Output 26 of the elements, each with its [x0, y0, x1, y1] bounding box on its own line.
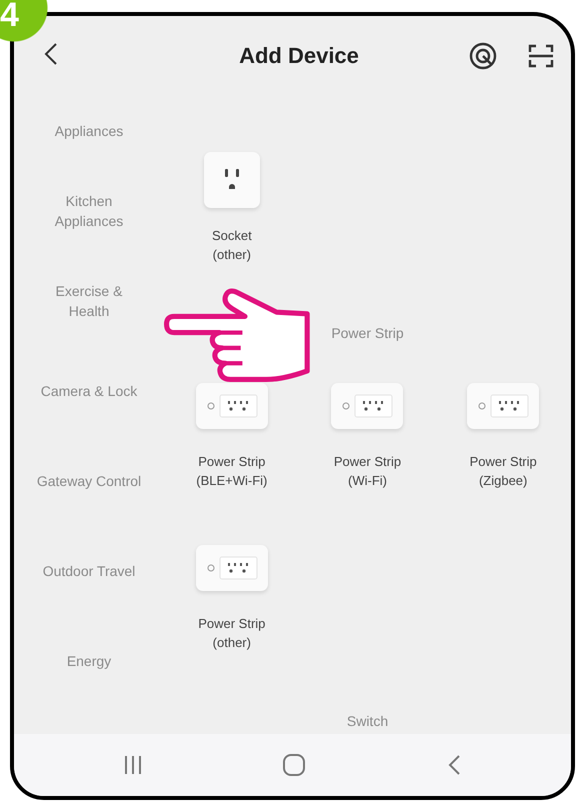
power-strip-icon	[341, 394, 394, 418]
device-label[interactable]: Power Strip (other)	[198, 614, 266, 652]
category-item[interactable]: Energy	[66, 651, 112, 671]
step-badge: 4	[0, 0, 48, 42]
category-item[interactable]: Camera & Lock	[40, 381, 138, 401]
category-item[interactable]: Exercise & Health	[34, 281, 144, 321]
category-item[interactable]: Gateway Control	[36, 471, 142, 491]
socket-card[interactable]	[204, 152, 260, 208]
power-strip-icon	[206, 556, 258, 580]
power-strip-icon	[206, 394, 258, 418]
back-icon[interactable]	[44, 42, 58, 66]
category-item[interactable]: Appliances	[54, 121, 124, 141]
section-title: Power Strip	[331, 324, 404, 342]
scan-icon[interactable]	[527, 42, 555, 70]
device-label[interactable]: Power Strip (Wi-Fi)	[334, 452, 402, 490]
category-item[interactable]: Kitchen Appliances	[34, 191, 144, 231]
section-title: Switch	[346, 712, 388, 730]
category-item[interactable]: Outdoor Travel	[42, 561, 136, 581]
recent-apps-icon[interactable]	[124, 754, 142, 776]
page-title: Add Device	[238, 43, 360, 69]
device-label[interactable]: Power Strip (Zigbee)	[470, 452, 537, 490]
device-label[interactable]: Power Strip (BLE+Wi-Fi)	[196, 452, 268, 490]
home-icon[interactable]	[282, 753, 306, 777]
target-icon[interactable]	[469, 42, 497, 70]
power-strip-icon	[477, 394, 530, 418]
device-label[interactable]: Socket (other)	[212, 226, 252, 264]
